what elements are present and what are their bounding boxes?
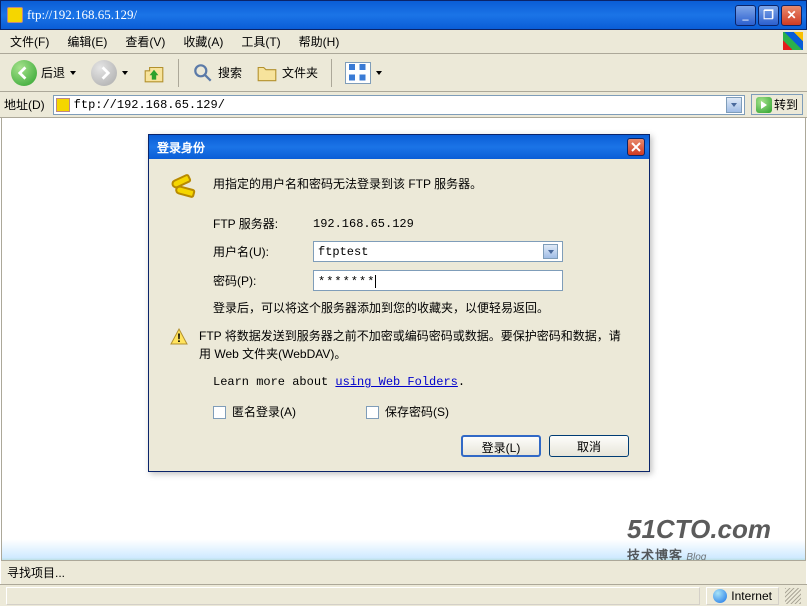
status-bar: Internet bbox=[0, 584, 807, 606]
username-value: ftptest bbox=[318, 243, 368, 261]
address-input[interactable]: ftp://192.168.65.129/ bbox=[53, 95, 745, 115]
folders-label: 文件夹 bbox=[282, 64, 318, 81]
back-button[interactable]: 后退 bbox=[6, 57, 82, 89]
maximize-button[interactable]: ❐ bbox=[758, 5, 779, 26]
address-dropdown-icon[interactable] bbox=[726, 97, 742, 113]
folders-icon bbox=[256, 62, 278, 84]
status-zone-label: Internet bbox=[731, 589, 772, 603]
password-value: ******* bbox=[318, 275, 375, 289]
back-dropdown-icon[interactable] bbox=[69, 69, 77, 77]
minimize-button[interactable]: _ bbox=[735, 5, 756, 26]
menu-favorites[interactable]: 收藏(A) bbox=[179, 31, 227, 52]
menubar: 文件(F) 编辑(E) 查看(V) 收藏(A) 工具(T) 帮助(H) bbox=[0, 30, 807, 54]
menu-help[interactable]: 帮助(H) bbox=[295, 31, 344, 52]
views-button[interactable] bbox=[340, 59, 388, 87]
search-label: 搜索 bbox=[218, 64, 242, 81]
views-dropdown-icon[interactable] bbox=[375, 69, 383, 77]
address-icon bbox=[56, 98, 70, 112]
password-input[interactable]: ******* bbox=[313, 270, 563, 291]
anonymous-checkbox[interactable]: 匿名登录(A) bbox=[213, 403, 296, 421]
titlebar: ftp://192.168.65.129/ _ ❐ ✕ bbox=[0, 0, 807, 30]
save-password-label: 保存密码(S) bbox=[385, 403, 449, 421]
login-dialog: 登录身份 用指定的用户名和密码无法登录到该 FTP 服务器。 FTP 服务器: … bbox=[148, 134, 650, 472]
learn-more: Learn more about using Web Folders. bbox=[213, 373, 629, 391]
dialog-titlebar: 登录身份 bbox=[149, 135, 649, 159]
forward-dropdown-icon[interactable] bbox=[121, 69, 129, 77]
anonymous-label: 匿名登录(A) bbox=[232, 403, 296, 421]
forward-icon bbox=[91, 60, 117, 86]
keys-icon bbox=[169, 175, 201, 203]
login-button[interactable]: 登录(L) bbox=[461, 435, 541, 457]
server-value: 192.168.65.129 bbox=[313, 215, 414, 233]
checkbox-icon bbox=[213, 406, 226, 419]
dialog-message: 用指定的用户名和密码无法登录到该 FTP 服务器。 bbox=[213, 175, 482, 193]
back-icon bbox=[11, 60, 37, 86]
warning-icon: ! bbox=[169, 327, 189, 347]
menu-view[interactable]: 查看(V) bbox=[121, 31, 169, 52]
status-zone: Internet bbox=[706, 587, 779, 605]
learn-prefix: Learn more about bbox=[213, 375, 335, 389]
address-bar: 地址(D) ftp://192.168.65.129/ 转到 bbox=[0, 92, 807, 118]
checkbox-icon bbox=[366, 406, 379, 419]
address-label: 地址(D) bbox=[4, 96, 47, 113]
menu-file[interactable]: 文件(F) bbox=[6, 31, 53, 52]
menu-tools[interactable]: 工具(T) bbox=[237, 31, 284, 52]
window-icon bbox=[7, 7, 23, 23]
svg-text:!: ! bbox=[177, 331, 181, 345]
menu-edit[interactable]: 编辑(E) bbox=[63, 31, 111, 52]
forward-button[interactable] bbox=[86, 57, 134, 89]
watermark-brand: 51CTO.com bbox=[627, 514, 771, 545]
cancel-button[interactable]: 取消 bbox=[549, 435, 629, 457]
dialog-close-button[interactable] bbox=[627, 138, 645, 156]
search-button[interactable]: 搜索 bbox=[187, 59, 247, 87]
username-label: 用户名(U): bbox=[213, 243, 313, 261]
username-input[interactable]: ftptest bbox=[313, 241, 563, 262]
windows-flag-icon bbox=[783, 32, 803, 50]
up-button[interactable] bbox=[138, 59, 170, 87]
go-label: 转到 bbox=[774, 96, 798, 113]
search-icon bbox=[192, 62, 214, 84]
window-close-button[interactable]: ✕ bbox=[781, 5, 802, 26]
dialog-note: 登录后，可以将这个服务器添加到您的收藏夹，以便轻易返回。 bbox=[213, 299, 629, 317]
up-icon bbox=[143, 62, 165, 84]
back-label: 后退 bbox=[41, 64, 65, 81]
resize-grip[interactable] bbox=[785, 588, 801, 604]
address-value: ftp://192.168.65.129/ bbox=[74, 98, 225, 112]
server-label: FTP 服务器: bbox=[213, 215, 313, 233]
find-bar: 寻找项目... bbox=[1, 560, 806, 584]
views-icon bbox=[345, 62, 371, 84]
toolbar: 后退 搜索 文件夹 bbox=[0, 54, 807, 92]
dialog-title: 登录身份 bbox=[157, 139, 205, 156]
dialog-warning: FTP 将数据发送到服务器之前不加密或编码密码或数据。要保护密码和数据，请用 W… bbox=[199, 327, 629, 363]
window-title: ftp://192.168.65.129/ bbox=[27, 7, 735, 23]
username-dropdown-icon[interactable] bbox=[543, 244, 558, 259]
password-label: 密码(P): bbox=[213, 272, 313, 290]
learn-link[interactable]: using Web Folders bbox=[335, 375, 457, 389]
go-button[interactable]: 转到 bbox=[751, 94, 803, 115]
folders-button[interactable]: 文件夹 bbox=[251, 59, 323, 87]
status-panel-left bbox=[6, 587, 700, 605]
watermark: 51CTO.com 技术博客 Blog bbox=[627, 514, 771, 564]
go-icon bbox=[756, 97, 772, 113]
internet-zone-icon bbox=[713, 589, 727, 603]
find-label: 寻找项目... bbox=[7, 564, 65, 581]
save-password-checkbox[interactable]: 保存密码(S) bbox=[366, 403, 449, 421]
